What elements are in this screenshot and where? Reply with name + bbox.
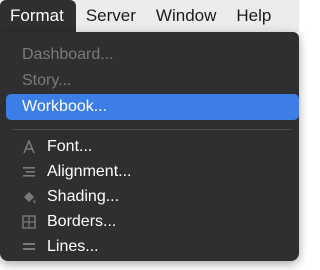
menu-item-lines[interactable]: Lines... — [0, 234, 299, 260]
menu-item-label: Shading... — [47, 188, 120, 205]
menu-bar: Format Server Window Help — [0, 0, 299, 32]
app-frame: Format Server Window Help Dashboard... S… — [0, 0, 299, 270]
lines-icon — [21, 239, 37, 255]
menu-item-borders[interactable]: Borders... — [0, 209, 299, 235]
menu-item-story: Story... — [0, 68, 299, 94]
menu-item-workbook[interactable]: Workbook... — [6, 94, 299, 120]
menu-item-alignment[interactable]: Alignment... — [0, 159, 299, 185]
borders-icon — [21, 214, 37, 230]
menu-help[interactable]: Help — [226, 0, 281, 32]
alignment-icon — [21, 164, 37, 180]
menu-server[interactable]: Server — [76, 0, 146, 32]
menu-item-label: Story... — [22, 72, 72, 89]
menu-item-label: Borders... — [47, 213, 117, 230]
menu-window[interactable]: Window — [146, 0, 226, 32]
menu-item-label: Alignment... — [47, 163, 132, 180]
menu-separator — [12, 129, 292, 130]
paint-bucket-icon — [21, 189, 37, 205]
format-dropdown-menu: Dashboard... Story... Workbook... Font..… — [0, 32, 299, 261]
menu-format[interactable]: Format — [0, 0, 76, 32]
menu-item-label: Workbook... — [22, 98, 108, 115]
menu-item-label: Dashboard... — [22, 46, 114, 63]
menu-item-shading[interactable]: Shading... — [0, 184, 299, 210]
menu-item-label: Font... — [47, 138, 93, 155]
menu-item-dashboard: Dashboard... — [0, 42, 299, 68]
font-icon — [21, 139, 37, 155]
menu-item-label: Lines... — [47, 238, 99, 255]
menu-item-font[interactable]: Font... — [0, 134, 299, 160]
